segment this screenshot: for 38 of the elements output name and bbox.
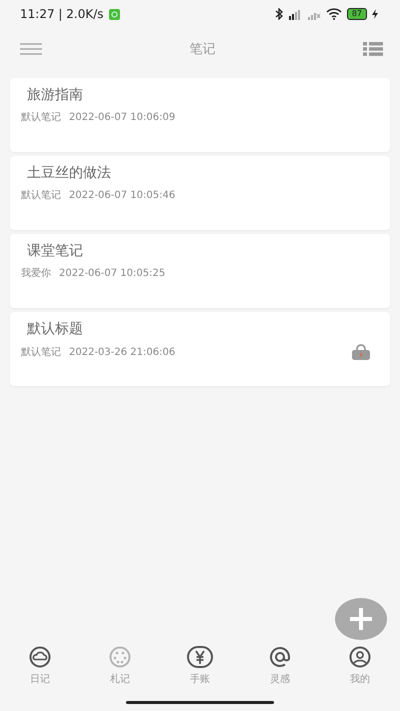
notebook-name: 默认笔记 [21,346,61,359]
nav-tab[interactable]: 我的 [320,646,400,694]
yen-icon [187,646,213,668]
note-title: 默认标题 [27,320,84,338]
note-card[interactable]: 旅游指南 默认笔记 2022-06-07 10:06:09 [10,78,390,152]
battery-indicator: 87 [346,8,367,20]
note-card[interactable]: 课堂笔记 我爱你 2022-06-07 10:05:25 [10,234,390,308]
note-date: 2022-06-07 10:05:46 [69,190,176,200]
at-sign-icon [269,646,291,668]
nav-tab[interactable]: 灵感 [240,646,320,694]
status-time: 11:27 | 2.0K/s [20,7,104,21]
notebook-name: 我爱你 [21,266,51,280]
page-title: 笔记 [190,41,216,58]
nav-tab[interactable]: 札记 [80,646,160,694]
note-title: 土豆丝的做法 [27,164,112,182]
nav-tab[interactable]: 日记 [0,646,80,694]
note-card[interactable]: 土豆丝的做法 默认笔记 2022-06-07 10:05:46 [10,156,390,230]
nav-tab[interactable]: 手账 [160,646,240,694]
note-title: 课堂笔记 [27,242,84,260]
note-card[interactable]: 默认标题 默认笔记 2022-03-26 21:06:06 [10,312,390,386]
wifi-icon [326,8,342,20]
charging-icon [372,9,378,19]
bluetooth-icon [274,8,283,20]
menu-icon[interactable] [20,43,42,55]
add-button[interactable] [335,598,387,640]
note-title: 旅游指南 [27,86,84,104]
user-icon [349,646,371,668]
cloud-icon [29,646,51,668]
plus-icon [350,608,372,630]
signal-icon [288,8,302,20]
note-date: 2022-06-07 10:05:25 [59,268,166,278]
app-notification-icon [108,8,120,20]
notebook-name: 默认笔记 [21,189,61,202]
palette-icon [109,646,131,668]
notebook-name: 默认笔记 [21,111,61,124]
note-date: 2022-06-07 10:06:09 [69,112,176,122]
list-view-icon[interactable] [363,42,383,56]
note-date: 2022-03-26 21:06:06 [69,346,176,358]
